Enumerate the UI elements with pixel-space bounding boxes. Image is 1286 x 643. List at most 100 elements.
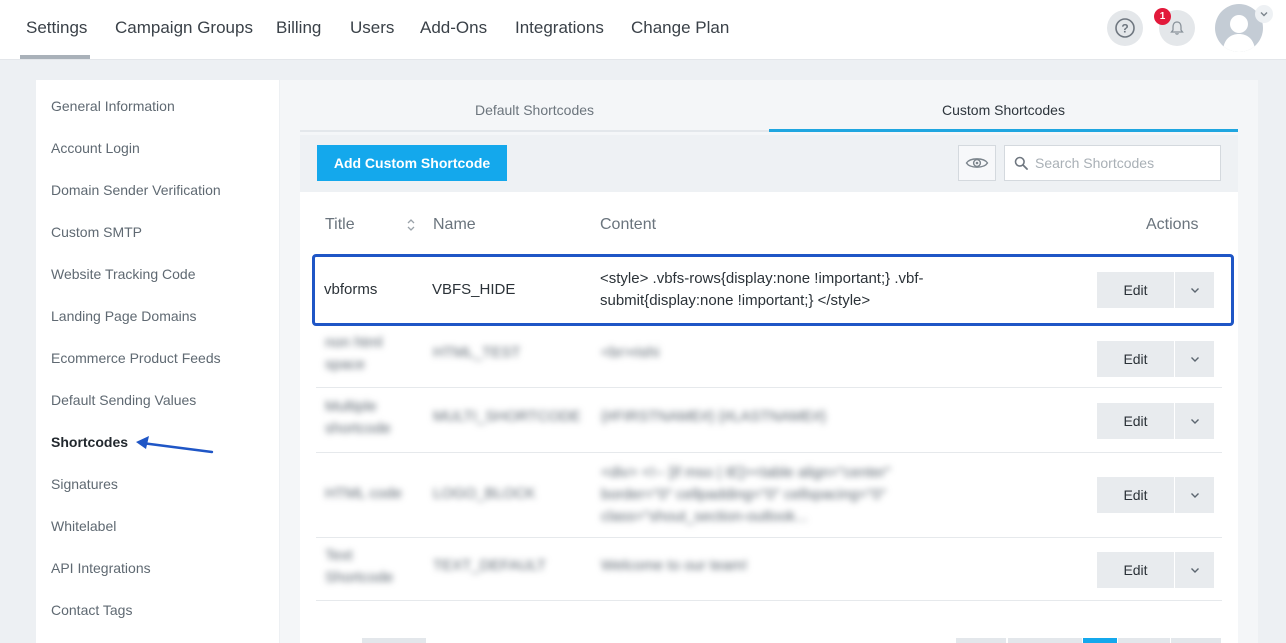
- sidebar-item-signatures[interactable]: Signatures: [51, 476, 118, 492]
- sidebar-item-account-login[interactable]: Account Login: [51, 140, 140, 156]
- edit-menu-toggle[interactable]: [1175, 272, 1214, 308]
- sidebar-item-ecommerce-product-feeds[interactable]: Ecommerce Product Feeds: [51, 350, 221, 366]
- table-row: non html space HTML_TEST <br>rishi Edit: [316, 326, 1222, 388]
- pagination-page[interactable]: [1118, 638, 1170, 643]
- column-header-content: Content: [600, 216, 657, 233]
- edit-button[interactable]: Edit: [1097, 403, 1174, 439]
- column-header-title[interactable]: Title: [325, 216, 355, 234]
- shortcodes-toolbar: Add Custom Shortcode: [300, 135, 1238, 192]
- edit-button[interactable]: Edit: [1097, 552, 1174, 588]
- sidebar-item-domain-sender-verification[interactable]: Domain Sender Verification: [51, 182, 221, 198]
- sidebar-item-landing-page-domains[interactable]: Landing Page Domains: [51, 308, 197, 324]
- row-title: Text Shortcode: [325, 545, 393, 589]
- edit-menu-toggle[interactable]: [1175, 403, 1214, 439]
- row-content: Welcome to our team!: [601, 557, 748, 574]
- sidebar-item-whitelabel[interactable]: Whitelabel: [51, 518, 116, 534]
- row-content: <div> <!-- [if mso | IE]><table align="c…: [601, 462, 891, 528]
- sidebar-item-contact-tags[interactable]: Contact Tags: [51, 602, 132, 618]
- table-row: HTML code LOGO_BLOCK <div> <!-- [if mso …: [316, 453, 1222, 538]
- search-input[interactable]: [1035, 146, 1215, 180]
- chevron-down-icon: [1190, 357, 1199, 362]
- row-title-line: shortcode: [325, 420, 391, 437]
- nav-campaign-groups[interactable]: Campaign Groups: [115, 0, 253, 60]
- settings-sidebar: General Information Account Login Domain…: [36, 80, 279, 643]
- row-title: non html space: [325, 332, 383, 376]
- help-button[interactable]: ?: [1107, 10, 1143, 46]
- chevron-down-icon: [1190, 419, 1199, 424]
- eye-icon: [965, 158, 989, 168]
- row-content: {#FIRSTNAME#} {#LASTNAME#}: [601, 408, 827, 425]
- row-actions: Edit: [1097, 272, 1214, 308]
- notification-badge: 1: [1154, 8, 1171, 25]
- tab-default-shortcodes[interactable]: Default Shortcodes: [300, 102, 769, 132]
- nav-add-ons[interactable]: Add-Ons: [420, 0, 487, 60]
- row-name: MULTI_SHORTCODE: [433, 408, 581, 425]
- page-size-select[interactable]: [362, 638, 426, 643]
- row-content-line: submit{display:none !important;} </style…: [600, 292, 871, 309]
- nav-billing[interactable]: Billing: [276, 0, 321, 60]
- search-icon: [1014, 156, 1028, 170]
- shortcodes-panel: Default Shortcodes Custom Shortcodes Add…: [280, 80, 1258, 643]
- row-actions: Edit: [1097, 552, 1214, 588]
- row-content-line: <style> .vbfs-rows{display:none !importa…: [600, 270, 924, 287]
- chevron-down-icon: [1260, 12, 1268, 17]
- row-title: HTML code: [325, 485, 402, 502]
- row-title-line: Multiple: [325, 398, 377, 415]
- row-title: vbforms: [324, 281, 378, 298]
- row-name: VBFS_HIDE: [432, 281, 516, 298]
- row-content-line: <div> <!-- [if mso | IE]><table align="c…: [601, 464, 891, 481]
- row-name: LOGO_BLOCK: [433, 485, 536, 502]
- column-header-name: Name: [433, 216, 476, 233]
- edit-menu-toggle[interactable]: [1175, 477, 1214, 513]
- table-row: vbforms VBFS_HIDE <style> .vbfs-rows{dis…: [312, 254, 1234, 326]
- sidebar-item-api-integrations[interactable]: API Integrations: [51, 560, 151, 576]
- tab-custom-shortcodes[interactable]: Custom Shortcodes: [769, 102, 1238, 132]
- row-title-line: space: [325, 356, 366, 373]
- chevron-down-icon: [1190, 493, 1199, 498]
- row-name: HTML_TEST: [433, 344, 521, 361]
- row-actions: Edit: [1097, 477, 1214, 513]
- search-field[interactable]: [1004, 145, 1221, 181]
- shortcodes-table: Title Name Content Actions vbforms VBFS_…: [300, 192, 1238, 643]
- question-circle-icon: ?: [1115, 18, 1135, 38]
- sidebar-item-default-sending-values[interactable]: Default Sending Values: [51, 392, 196, 408]
- row-title: Multiple shortcode: [325, 396, 391, 440]
- row-title-line: Shortcode: [325, 569, 394, 586]
- top-nav: Settings Campaign Groups Billing Users A…: [0, 0, 1286, 60]
- edit-menu-toggle[interactable]: [1175, 552, 1214, 588]
- pagination-prev[interactable]: [956, 638, 1006, 643]
- row-content-line: class="shout_section-outlook...: [601, 508, 808, 525]
- sidebar-item-website-tracking-code[interactable]: Website Tracking Code: [51, 266, 195, 282]
- column-header-actions: Actions: [1146, 216, 1199, 233]
- nav-users[interactable]: Users: [350, 0, 394, 60]
- nav-active-indicator: [20, 55, 90, 59]
- edit-menu-toggle[interactable]: [1175, 341, 1214, 377]
- nav-change-plan[interactable]: Change Plan: [631, 0, 729, 60]
- sidebar-item-shortcodes[interactable]: Shortcodes: [51, 434, 128, 450]
- table-row: Multiple shortcode MULTI_SHORTCODE {#FIR…: [316, 388, 1222, 453]
- bell-icon: [1170, 21, 1184, 35]
- pagination-page[interactable]: [1008, 638, 1082, 643]
- row-name: TEXT_DEFAULT: [433, 557, 547, 574]
- nav-integrations[interactable]: Integrations: [515, 0, 604, 60]
- avatar-menu-toggle[interactable]: [1255, 5, 1273, 23]
- edit-button[interactable]: Edit: [1097, 272, 1174, 308]
- help-glyph: ?: [1121, 22, 1128, 36]
- add-custom-shortcode-button[interactable]: Add Custom Shortcode: [317, 145, 507, 181]
- sidebar-item-custom-smtp[interactable]: Custom SMTP: [51, 224, 142, 240]
- sidebar-item-general-information[interactable]: General Information: [51, 98, 175, 114]
- row-content: <style> .vbfs-rows{display:none !importa…: [600, 268, 924, 312]
- edit-button[interactable]: Edit: [1097, 341, 1174, 377]
- row-actions: Edit: [1097, 341, 1214, 377]
- row-actions: Edit: [1097, 403, 1214, 439]
- annotation-arrow: [136, 436, 214, 454]
- edit-button[interactable]: Edit: [1097, 477, 1174, 513]
- sort-icon[interactable]: [406, 218, 416, 232]
- nav-settings[interactable]: Settings: [26, 0, 87, 60]
- row-content: <br>rishi: [601, 344, 660, 361]
- pagination-next[interactable]: [1171, 638, 1221, 643]
- table-row: Text Shortcode TEXT_DEFAULT Welcome to o…: [316, 538, 1222, 601]
- toggle-preview-button[interactable]: [958, 145, 996, 181]
- pagination-current[interactable]: [1083, 638, 1117, 643]
- chevron-down-icon: [1190, 288, 1199, 293]
